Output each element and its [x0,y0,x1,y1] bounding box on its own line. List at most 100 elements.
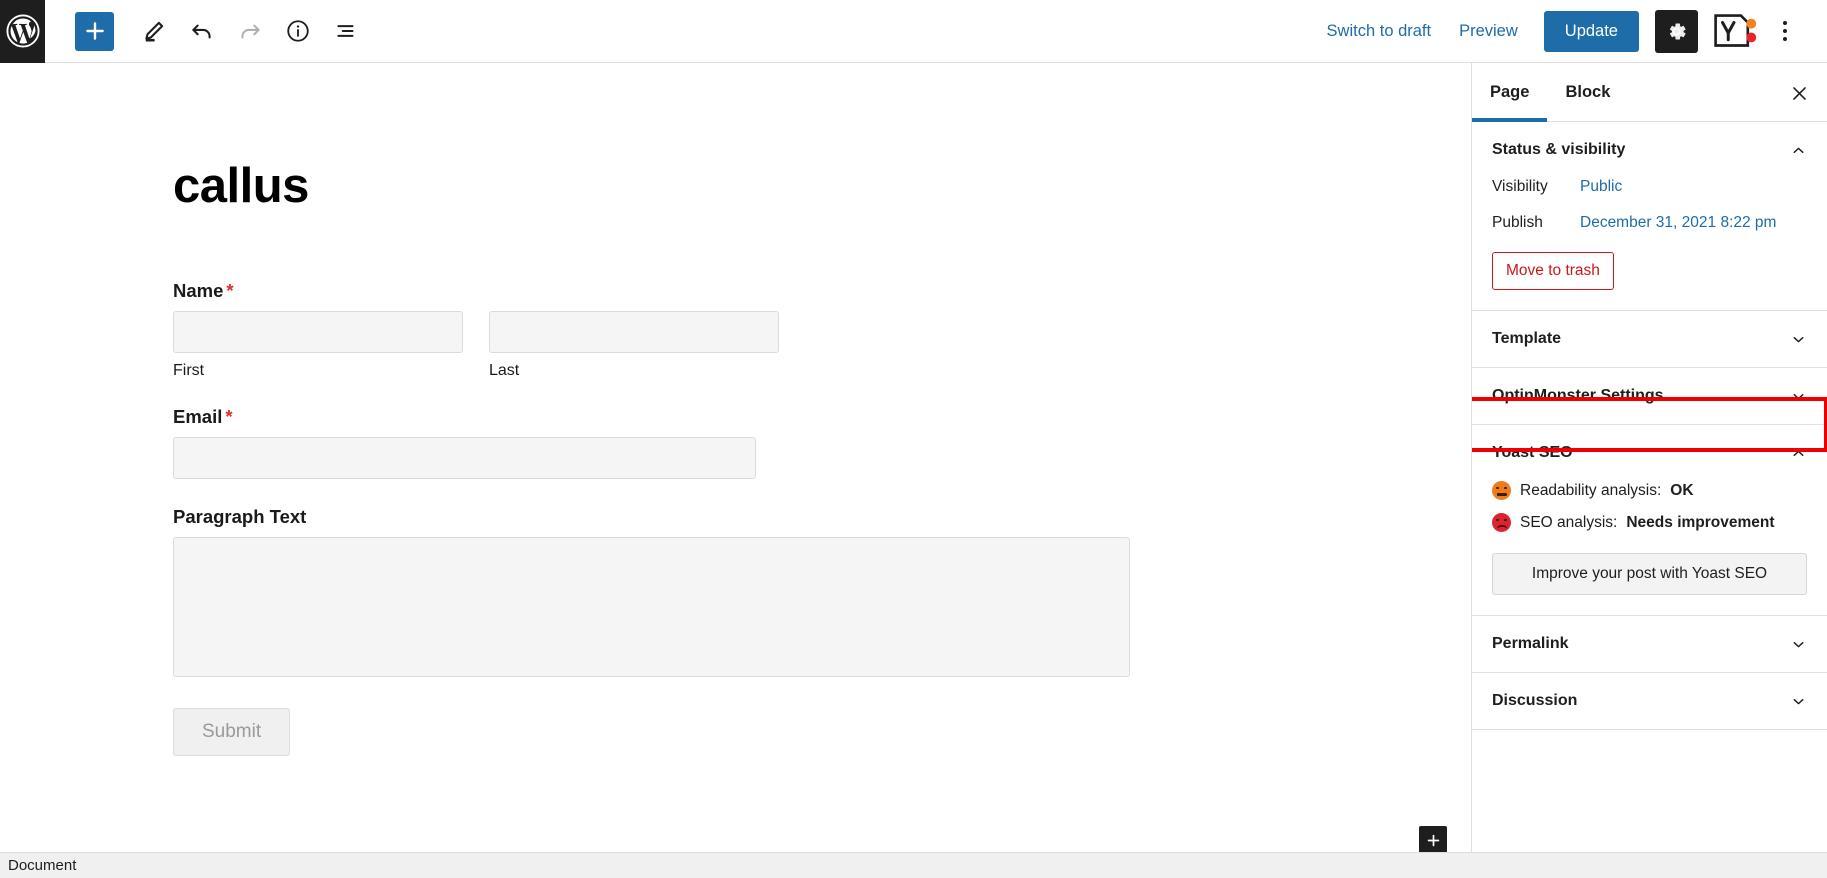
panel-permalink: Permalink [1472,616,1827,673]
publish-date-button[interactable]: December 31, 2021 8:22 pm [1580,214,1776,232]
panel-header-discussion[interactable]: Discussion [1472,673,1827,729]
gear-icon [1669,22,1686,40]
panel-header-permalink[interactable]: Permalink [1472,616,1827,672]
name-inputs-row: First Last [173,311,1273,380]
last-name-input[interactable] [489,311,779,353]
panel-title-template: Template [1492,330,1562,347]
seo-status-icon [1492,513,1511,532]
required-asterisk: * [226,280,234,301]
name-field-label: Name * [173,280,1273,302]
seo-analysis-value: Needs improvement [1626,513,1775,531]
block-inserter-button[interactable] [75,11,114,51]
editor-tools-right: Switch to draft Preview Update [1313,9,1827,53]
plus-icon [85,22,104,40]
chevron-up-icon [1793,450,1804,456]
email-field-group: Email * [173,406,1273,479]
pencil-icon [145,21,164,42]
panel-header-status-and-visibility[interactable]: Status & visibility [1472,122,1827,178]
readability-status-icon [1492,481,1511,500]
kebab-dot [1783,37,1787,41]
chevron-down-icon [1793,698,1804,704]
panel-title-yoast-seo: Yoast SEO [1492,444,1573,461]
update-button[interactable]: Update [1543,10,1639,52]
chevron-down-icon [1793,641,1804,647]
move-to-trash-button[interactable]: Move to trash [1492,252,1614,290]
name-field-group: Name * First Last [173,280,1273,380]
bottom-status-bar: Document [0,852,1827,878]
panel-header-yoast-seo[interactable]: Yoast SEO [1472,425,1827,481]
panel-title-discussion: Discussion [1492,692,1578,709]
plus-icon [1427,834,1439,846]
panel-header-template[interactable]: Template [1472,311,1827,367]
chevron-up-icon [1793,147,1804,153]
first-name-sublabel: First [173,362,205,379]
last-name-sublabel: Last [489,362,520,379]
preview-button[interactable]: Preview [1445,14,1532,49]
submit-button[interactable]: Submit [173,708,291,756]
panel-header-optinmonster-settings[interactable]: OptinMonster Settings [1472,368,1827,424]
close-sidebar-button[interactable] [1783,77,1815,109]
kebab-dot [1783,29,1787,33]
seo-analysis-label: SEO analysis: [1520,513,1618,531]
email-label-text: Email [173,406,223,427]
readability-analysis-row: Readability analysis: OK [1492,481,1807,500]
more-options-button[interactable] [1763,9,1807,53]
switch-to-draft-button[interactable]: Switch to draft [1313,14,1446,49]
editor-top-bar: Switch to draft Preview Update [0,0,1827,63]
readability-analysis-label: Readability analysis: [1520,481,1662,499]
paragraph-field-label: Paragraph Text [173,506,307,527]
add-block-button[interactable] [1419,826,1447,854]
panel-title-optinmonster-settings: OptinMonster Settings [1492,387,1664,404]
name-label-text: Name [173,280,224,301]
first-name-column: First [173,311,463,380]
panel-title-permalink: Permalink [1492,635,1569,652]
info-circle-icon [287,20,309,42]
last-name-column: Last [489,311,779,380]
redo-button[interactable] [226,7,274,55]
status-bar-text: Document [8,857,77,874]
settings-gear-button[interactable] [1655,9,1698,53]
paragraph-textarea[interactable] [173,537,1130,677]
editor-tools-left [45,7,370,55]
panel-title-status-and-visibility: Status & visibility [1492,141,1626,158]
contact-form-block[interactable]: Name * First Last Email * Paragraph Text… [173,280,1273,756]
wordpress-block-editor: Switch to draft Preview Update callus Na… [0,0,1827,878]
readability-analysis-value: OK [1670,481,1694,499]
tools-edit-button[interactable] [130,7,178,55]
first-name-input[interactable] [173,311,463,353]
undo-button[interactable] [178,7,226,55]
undo-arrow-icon [192,24,211,39]
page-title[interactable]: callus [173,158,1471,214]
details-button[interactable] [274,7,322,55]
panel-status-and-visibility: Status & visibility Visibility Public Pu… [1472,122,1827,311]
paragraph-field-group: Paragraph Text [173,506,1273,682]
submit-row: Submit [173,708,1273,756]
panel-body-yoast-seo: Readability analysis: OK SEO analysis: N… [1472,481,1827,615]
improve-post-yoast-button[interactable]: Improve your post with Yoast SEO [1492,553,1807,595]
panel-yoast-seo: Yoast SEO Readability analysis: OK SEO a… [1472,425,1827,616]
yoast-seo-icon [1714,14,1757,48]
panel-discussion: Discussion [1472,673,1827,730]
close-icon [1792,86,1806,100]
wordpress-logo-icon[interactable] [0,0,45,63]
visibility-value-button[interactable]: Public [1580,178,1622,196]
publish-label: Publish [1492,214,1543,231]
editor-canvas[interactable]: callus Name * First Last Email * Paragra… [45,63,1471,866]
list-view-icon [337,25,354,37]
sidebar-tabs: Page Block [1472,63,1827,122]
visibility-row: Visibility Public [1492,178,1807,196]
required-asterisk: * [225,406,233,427]
chevron-down-icon [1793,336,1804,342]
list-view-button[interactable] [322,7,370,55]
tab-page[interactable]: Page [1472,63,1547,122]
chevron-down-icon [1793,393,1804,399]
seo-analysis-row: SEO analysis: Needs improvement [1492,513,1807,532]
panel-optinmonster-settings: OptinMonster Settings [1472,368,1827,425]
redo-arrow-icon [241,24,260,39]
panel-body-status-and-visibility: Visibility Public Publish December 31, 2… [1472,178,1827,310]
yoast-seo-button[interactable] [1711,10,1757,53]
email-field-label: Email * [173,406,1273,428]
email-input[interactable] [173,437,756,479]
publish-row: Publish December 31, 2021 8:22 pm [1492,214,1807,232]
tab-block[interactable]: Block [1547,63,1628,122]
